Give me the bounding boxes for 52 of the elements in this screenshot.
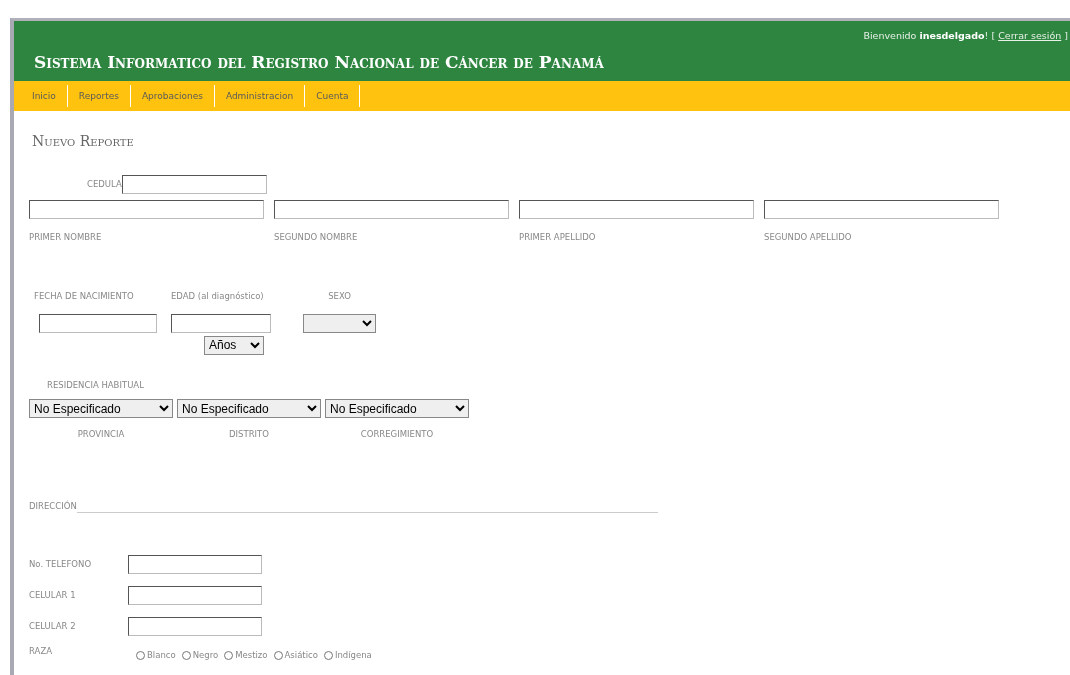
field-label: PRIMER NOMBRE — [29, 231, 102, 244]
section-label: RESIDENCIA HABITUAL — [47, 378, 145, 392]
location-dropdown[interactable]: No Especificado — [177, 399, 321, 419]
radio-button[interactable] — [136, 650, 145, 660]
page-title: Nuevo Reporte — [32, 132, 135, 151]
nav-link[interactable]: Aprobaciones — [130, 85, 215, 107]
date-field[interactable] — [39, 313, 157, 333]
phone-field[interactable] — [128, 555, 262, 574]
field-label: DISTRITO — [229, 428, 269, 441]
phone-field[interactable] — [128, 586, 262, 605]
logout-link[interactable]: Cerrar sesión — [998, 30, 1062, 41]
nav-link[interactable]: Administracion — [214, 85, 306, 107]
field-label: CEDULA — [87, 178, 122, 191]
radio-label[interactable]: Blanco — [147, 649, 176, 662]
phone-field[interactable] — [128, 617, 262, 636]
text-field[interactable] — [764, 200, 999, 219]
location-dropdown[interactable]: No Especificado — [325, 399, 469, 419]
field-label: CORREGIMIENTO — [360, 428, 434, 441]
field-label: RAZA — [29, 645, 53, 658]
text-field[interactable] — [519, 200, 754, 219]
nav-link[interactable]: Inicio — [26, 85, 68, 107]
field-label: CELULAR 2 — [29, 620, 77, 633]
nav-link[interactable]: Cuenta — [305, 85, 361, 107]
radio-label[interactable]: Negro — [192, 649, 219, 662]
radio-button[interactable] — [224, 650, 234, 660]
radio-button[interactable] — [181, 650, 191, 660]
field-label: PRIMER APELLIDO — [519, 231, 596, 244]
cedula-field[interactable] — [121, 175, 267, 194]
field-label: SEGUNDO APELLIDO — [764, 231, 852, 244]
sex-dropdown[interactable] — [303, 313, 376, 333]
field-label: EDAD (al diagnóstico) — [171, 289, 265, 303]
radio-button[interactable] — [323, 650, 333, 660]
site-title: Sistema Informatico del Registro Nacional de Cáncer de Panamá — [34, 50, 604, 74]
field-label: PROVINCIA — [77, 428, 125, 441]
age-field[interactable] — [171, 313, 271, 333]
location-dropdown[interactable]: No Especificado — [29, 399, 173, 419]
field-label: SEXO — [328, 289, 351, 303]
field-label: FECHA DE NACIMIENTO — [34, 289, 135, 303]
text-field[interactable] — [274, 200, 509, 219]
radio-label[interactable]: Mestizo — [235, 649, 268, 662]
field-label: SEGUNDO NOMBRE — [274, 231, 358, 244]
field-label: DIRECCIÓN — [29, 500, 77, 513]
radio-label[interactable]: Asiático — [284, 649, 318, 662]
field-label: CELULAR 1 — [29, 589, 77, 602]
nav-link[interactable]: Reportes — [67, 85, 131, 107]
field-label: No. TELEFONO — [29, 558, 93, 571]
radio-button[interactable] — [273, 650, 283, 660]
bracket-text: ] — [1064, 30, 1068, 41]
unit-dropdown[interactable]: Años — [204, 335, 264, 355]
radio-label[interactable]: Indígena — [334, 649, 372, 662]
text-field[interactable] — [29, 200, 264, 219]
welcome-text: Bienvenido inesdelgado! [ — [863, 30, 996, 41]
